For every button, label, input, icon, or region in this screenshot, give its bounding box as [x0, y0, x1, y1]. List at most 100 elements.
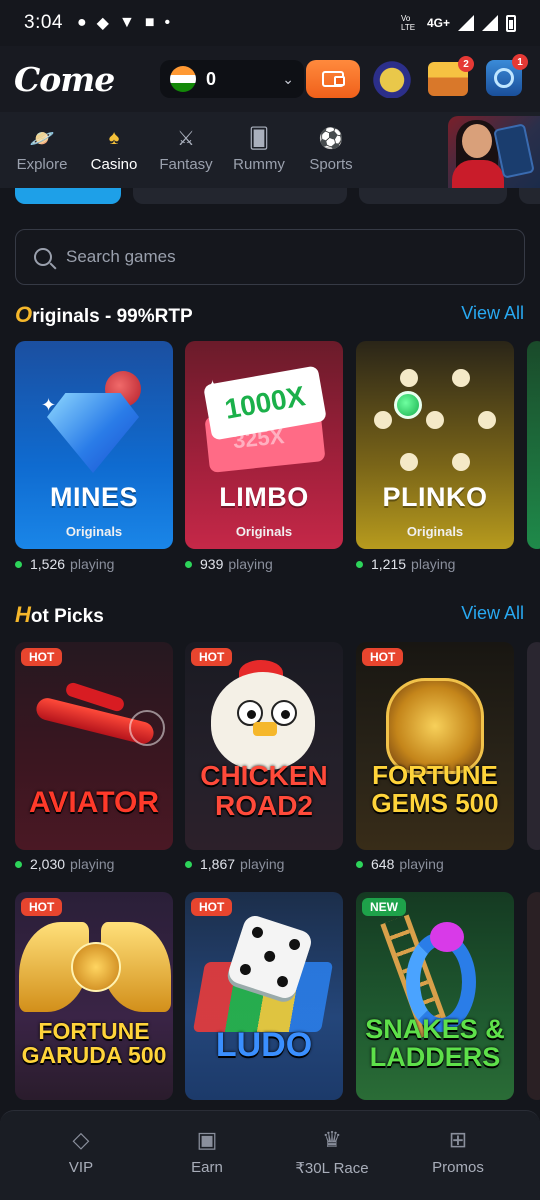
- game-subtitle: Originals: [65, 524, 123, 539]
- players-count: 648 playing: [356, 856, 444, 872]
- players-label: playing: [240, 856, 285, 872]
- players-label: playing: [70, 856, 115, 872]
- balance-selector[interactable]: 0 ⌄: [160, 60, 304, 98]
- game-title-line2: ROAD2: [214, 790, 313, 821]
- chevron-down-icon: ⌄: [282, 70, 294, 87]
- chip-active[interactable]: [15, 188, 121, 204]
- title-text: ot Picks: [30, 606, 104, 627]
- bottom-nav-label: Earn: [191, 1159, 223, 1176]
- snake-head: [430, 922, 464, 952]
- tab-sports[interactable]: ⚽ Sports: [295, 112, 367, 188]
- tab-label: Explore: [16, 155, 68, 173]
- peg: [400, 369, 418, 387]
- signal-icon: [458, 15, 474, 31]
- game-card-limbo[interactable]: 325X 1000X ✦ LIMBO Originals: [185, 341, 343, 549]
- chip[interactable]: [519, 188, 540, 204]
- title-text: riginals - 99%RTP: [32, 306, 193, 327]
- download-icon: ▼: [118, 14, 135, 31]
- game-card-plinko[interactable]: PLINKO Originals: [356, 341, 514, 549]
- wallet-button[interactable]: [306, 60, 360, 98]
- game-card-chicken-road2[interactable]: CHICKEN ROAD2 HOT: [185, 642, 343, 850]
- players-count: 1,867 playing: [185, 856, 284, 872]
- title-initial: H: [15, 602, 31, 627]
- players-number: 2,030: [30, 856, 66, 872]
- treasure-chest-icon[interactable]: 2: [428, 56, 474, 96]
- peg: [400, 453, 418, 471]
- search-input[interactable]: [66, 247, 466, 267]
- chip[interactable]: [133, 188, 347, 204]
- game-card-fortune-gems[interactable]: FORTUNE GEMS 500 HOT: [356, 642, 514, 850]
- subcategory-chips: [0, 188, 540, 206]
- players-number: 1,215: [371, 556, 407, 572]
- game-title-line2: GEMS 500: [371, 788, 499, 818]
- players-number: 1,526: [30, 556, 66, 572]
- dice-pip: [287, 937, 302, 952]
- battery-icon: [506, 14, 516, 32]
- game-title: LUDO: [215, 1026, 313, 1064]
- tab-label: Casino: [90, 155, 138, 173]
- game-subtitle: Originals: [235, 524, 293, 539]
- online-dot: [15, 560, 22, 568]
- gift-icon: ⊞: [448, 1127, 468, 1152]
- app-icon: ■: [144, 14, 155, 31]
- bottom-nav-race[interactable]: ♛ ₹30L Race: [272, 1127, 392, 1177]
- game-title: PLINKO: [382, 482, 488, 512]
- planet-icon: 🪐: [29, 128, 55, 150]
- dice-pip: [238, 962, 253, 977]
- ball-graphic: [394, 391, 422, 419]
- game-card-mines[interactable]: ✦ MINES Originals: [15, 341, 173, 549]
- promo-person-face: [462, 124, 492, 158]
- view-all-originals-link[interactable]: View All: [461, 303, 524, 324]
- game-card-aviator[interactable]: AVIATOR HOT: [15, 642, 173, 850]
- india-flag-icon: [170, 66, 196, 92]
- cards-icon: 🂠: [248, 128, 270, 150]
- support-avatar-icon[interactable]: 1: [486, 54, 528, 96]
- chip[interactable]: [359, 188, 507, 204]
- players-count: 2,030 playing: [15, 856, 114, 872]
- bottom-nav-earn[interactable]: ▣ Earn: [147, 1127, 267, 1176]
- game-card-fortune-garuda[interactable]: FORTUNE GARUDA 500 HOT: [15, 892, 173, 1100]
- game-card-ludo[interactable]: LUDO HOT: [185, 892, 343, 1100]
- players-number: 939: [200, 556, 224, 572]
- tab-rummy[interactable]: 🂠 Rummy: [223, 112, 295, 188]
- tab-casino[interactable]: ♠ Casino: [78, 112, 150, 188]
- tab-fantasy[interactable]: ⚔ Fantasy: [150, 112, 222, 188]
- game-card-snakes-ladders[interactable]: SNAKES & LADDERS NEW: [356, 892, 514, 1100]
- bottom-nav-label: Promos: [432, 1159, 484, 1176]
- game-title-line2: GARUDA 500: [21, 1042, 167, 1068]
- game-title-line2: LADDERS: [369, 1042, 501, 1072]
- volte-label: Vo LTE: [400, 14, 416, 32]
- online-dot: [15, 860, 22, 868]
- diamond-graphic: [47, 393, 139, 473]
- network-label: 4G+: [426, 16, 450, 30]
- bottom-nav-promos[interactable]: ⊞ Promos: [398, 1127, 518, 1176]
- game-card-partial[interactable]: [527, 341, 540, 549]
- app-logo[interactable]: Come: [14, 60, 154, 99]
- jar-icon[interactable]: [372, 58, 412, 98]
- players-count: 939 playing: [185, 556, 273, 572]
- shield-icon: ◆: [96, 15, 109, 32]
- bottom-nav-vip[interactable]: ◇ VIP: [21, 1127, 141, 1176]
- dice-pip: [275, 974, 290, 989]
- game-title: MINES: [49, 482, 138, 512]
- game-title-line1: FORTUNE: [38, 1018, 150, 1044]
- status-indicators: Vo LTE 4G+: [401, 14, 516, 32]
- support-badge: 1: [512, 54, 528, 70]
- status-time: 3:04: [24, 12, 63, 33]
- game-card-partial[interactable]: [527, 892, 540, 1100]
- tab-explore[interactable]: 🪐 Explore: [6, 112, 78, 188]
- view-all-hot-picks-link[interactable]: View All: [461, 603, 524, 624]
- promo-banner[interactable]: [448, 116, 540, 188]
- players-count: 1,526 playing: [15, 556, 114, 572]
- game-card-partial[interactable]: [527, 642, 540, 850]
- players-label: playing: [411, 556, 456, 572]
- players-label: playing: [228, 556, 273, 572]
- category-nav: 🪐 Explore ♠ Casino ⚔ Fantasy 🂠 Rummy ⚽ S…: [0, 112, 540, 188]
- airplane-graphic: [25, 681, 165, 747]
- search-bar[interactable]: [15, 229, 525, 285]
- diamond-icon: ◇: [72, 1127, 90, 1152]
- section-title-hot-picks: Hot Picks: [15, 602, 104, 628]
- game-title: LIMBO: [219, 482, 309, 512]
- more-dot-icon: •: [164, 14, 171, 31]
- dice-pip: [250, 925, 265, 940]
